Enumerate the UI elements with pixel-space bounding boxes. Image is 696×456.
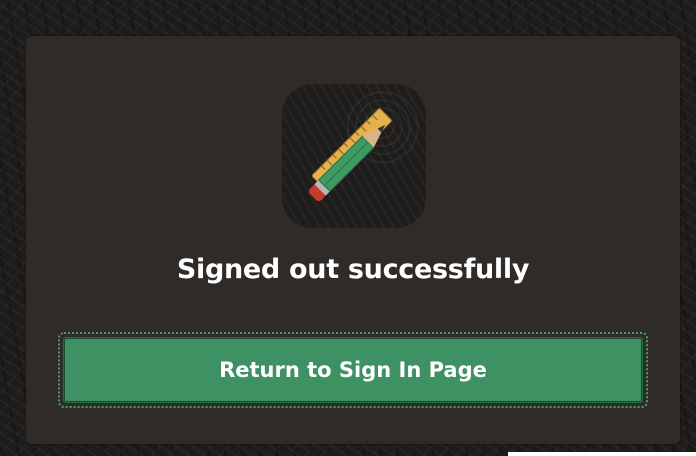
pencil-and-ruler-icon [308,108,392,202]
signout-card: Signed out successfully Return to Sign I… [26,36,680,444]
signed-out-heading: Signed out successfully [176,254,530,285]
return-to-sign-in-button[interactable]: Return to Sign In Page [63,337,643,403]
page-edge-strip [508,452,696,456]
app-logo-tile [282,84,426,228]
